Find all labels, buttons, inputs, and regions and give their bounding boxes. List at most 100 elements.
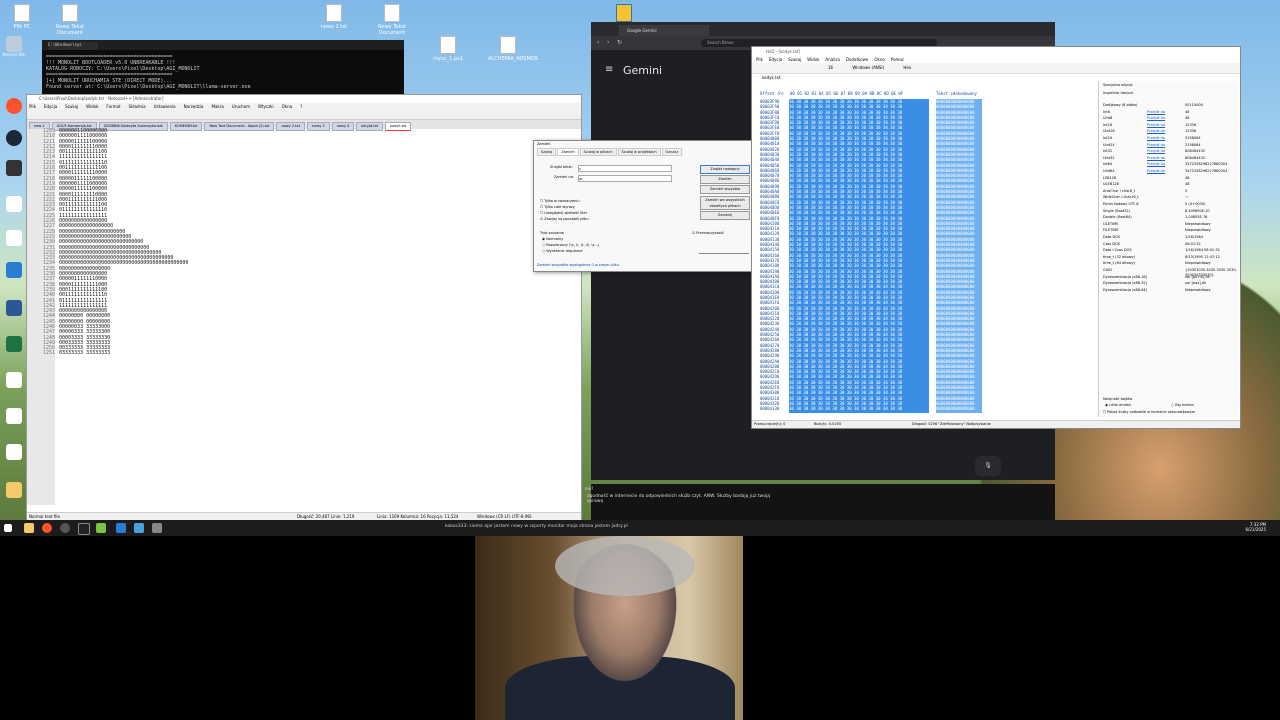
desktop-icon-doc[interactable] [2, 408, 26, 424]
hex-row[interactable]: 30 30 30 30 30 30 30 30 30 30 30 30 30 3… [789, 406, 929, 411]
inspector-row[interactable]: Dyrassemblacja (x86-16) xor [bx+si],dh [1103, 275, 1237, 280]
option-checkbox[interactable]: ☐ Uwzględnij wielkość liter [540, 211, 587, 215]
replace-input[interactable] [578, 175, 672, 182]
file-explorer-icon[interactable] [24, 523, 34, 533]
goto-link[interactable]: Przejdź do [1147, 116, 1165, 121]
obs-icon[interactable] [60, 523, 70, 533]
inspector-value[interactable]: 06:01:32 [1185, 242, 1201, 247]
mode-radio[interactable]: ○ Rozszerzony (\n, \r, \t, \0, \x...) [542, 243, 599, 247]
inspector-value[interactable]: 1/16/1984 [1185, 235, 1203, 240]
inspector-row[interactable]: UInt8 Przejdź do 48 [1103, 116, 1237, 121]
desktop-icon-doc[interactable] [2, 230, 26, 246]
terminal-icon[interactable] [78, 523, 90, 535]
decoded-row[interactable]: 0000000000000000 [936, 406, 982, 411]
replace-button[interactable]: Zamień [700, 175, 750, 184]
menu-icon[interactable]: ≡ [605, 64, 613, 75]
inspector-row[interactable]: UInt32 Przejdź do 808464432 [1103, 156, 1237, 161]
goto-link[interactable]: Przejdź do [1147, 143, 1165, 148]
dialog-tab[interactable]: Szukaj w projektach [617, 148, 661, 156]
little-endian-radio[interactable]: ◉ Little endian [1105, 403, 1131, 407]
dialog-tab[interactable]: Szukaj w plikach [579, 148, 617, 156]
replace-dialog[interactable]: Zamień × SzukajZamieńSzukaj w plikachSzu… [533, 140, 763, 272]
menu-item[interactable]: Edycja [44, 104, 57, 109]
menu-item[interactable]: Pomoc [891, 57, 904, 62]
inspector-row[interactable]: ULEB128 48 [1103, 182, 1237, 187]
menu-item[interactable]: Uruchom [232, 104, 250, 109]
terminal-titlebar[interactable]: C:\Windows\sys [42, 40, 404, 50]
replace-all-open-files-button[interactable]: Zamień we wszystkich otwartych plikach [700, 196, 750, 210]
big-endian-radio[interactable]: ○ Big endian [1171, 403, 1194, 407]
transparency-slider[interactable] [699, 253, 749, 254]
inspector-row[interactable]: GUID {30303030-3030-3030-3030-30303030303… [1103, 268, 1237, 277]
menu-item[interactable]: Format [106, 104, 120, 109]
mode-radio[interactable]: ○ Wyrażenie regularne [542, 249, 583, 253]
inspector-row[interactable]: WideChar / char16_t 〰 [1103, 195, 1237, 200]
inspector-row[interactable]: Dwójkowy (8 bitów) 00110000 [1103, 103, 1237, 108]
desktop-icon-doc1[interactable]: Nowy Tekst Document [50, 4, 90, 36]
menu-item[interactable]: Plik [756, 57, 763, 62]
inspector-row[interactable]: UInt64 Przejdź do 3472328296227680304 [1103, 169, 1237, 174]
menu-item[interactable]: Ustawienia [154, 104, 176, 109]
menu-item[interactable]: Okna [282, 104, 292, 109]
menu-item[interactable]: Szukaj [788, 57, 801, 62]
encoding-select[interactable]: Windows (ANSI) [852, 65, 884, 70]
desktop-icon-folder[interactable] [2, 482, 26, 498]
inspector-value[interactable]: 48 [1185, 182, 1189, 187]
inspector-value[interactable]: 0 [1185, 189, 1187, 194]
forward-icon[interactable]: › [607, 39, 609, 46]
inspector-row[interactable]: UInt16 Przejdź do 12336 [1103, 129, 1237, 134]
notepadpp-icon[interactable] [96, 523, 106, 533]
inspector-row[interactable]: Punkt kodowy UTF-8 0 (U+0030) [1103, 202, 1237, 207]
inspector-row[interactable]: Czas DOS 06:01:32 [1103, 242, 1237, 247]
goto-link[interactable]: Przejdź do [1147, 110, 1165, 115]
menu-item[interactable]: Widok [807, 57, 819, 62]
reload-icon[interactable]: ↻ [617, 39, 622, 46]
hex-editor-window[interactable]: HxD - [kodyk.txt] Plik Edycja Szukaj Widok A… [751, 46, 1241, 429]
inspector-row[interactable]: time_t (32 bitowy) 8/13/1995 12:47:12 [1103, 255, 1237, 260]
desktop-icon-doc[interactable] [2, 196, 26, 212]
menu-item[interactable]: Składnia [129, 104, 146, 109]
menu-item[interactable]: Makra [211, 104, 223, 109]
desktop-icon-python[interactable] [604, 4, 644, 24]
inspector-value[interactable]: 〰 [1185, 195, 1189, 200]
code-editor[interactable]: 1209 1210 1211 1212 1213 1214 1215 1216 1217 1218… [27, 128, 581, 505]
base-select[interactable]: Hex [903, 65, 911, 70]
inspector-value[interactable]: Nieprawidłowy [1185, 228, 1211, 233]
hex-integers-checkbox[interactable]: ☐ Pokaż liczby całkowite w formacie szes… [1103, 410, 1195, 414]
inspector-row[interactable]: time_t (64 bitowy) Nieprawidłowy [1103, 261, 1237, 266]
inspector-value[interactable]: 3158064 [1185, 136, 1201, 141]
inspector-row[interactable]: Dyrassemblacja (x86-64) Nieprawidłowy [1103, 288, 1237, 293]
desktop-icon-brave[interactable] [2, 98, 26, 114]
menu-item[interactable]: Analiza [825, 57, 840, 62]
replace-all-button[interactable]: Zamień wszystko [700, 185, 750, 194]
desktop-icon-excel[interactable] [2, 336, 26, 352]
inspector-row[interactable]: AnsiChar / char8_t 0 [1103, 189, 1237, 194]
inspector-row[interactable]: Double (float64) 1.04855E-76 [1103, 215, 1237, 220]
inspector-row[interactable]: Data DOS 1/16/1984 [1103, 235, 1237, 240]
inspector-value[interactable]: 1.04855E-76 [1185, 215, 1207, 220]
mic-button[interactable]: 🎙 [975, 456, 1001, 476]
menu-item[interactable]: Edycja [769, 57, 782, 62]
goto-link[interactable]: Przejdź do [1147, 169, 1165, 174]
menu-item[interactable]: Widok [86, 104, 98, 109]
inspector-value[interactable]: 6.409690E-10 [1185, 209, 1210, 214]
menu-item[interactable]: Plik [29, 104, 36, 109]
inspector-value[interactable]: xor [eax],dh [1185, 281, 1206, 286]
brave-icon[interactable] [42, 523, 52, 533]
desktop-icon-recycle-bin[interactable]: Recycle Bin [2, 36, 26, 57]
code-line[interactable]: 03333333 33333333 [59, 351, 188, 357]
desktop-icon-documents[interactable] [2, 262, 26, 278]
goto-link[interactable]: Przejdź do [1147, 129, 1165, 134]
dialog-tab-active[interactable]: Zamień [557, 148, 579, 156]
inspector-value[interactable]: 12336 [1185, 129, 1196, 134]
desktop-icon-steam[interactable] [2, 130, 26, 146]
inspector-value[interactable]: 12336 [1185, 123, 1196, 128]
inspector-value[interactable]: 00110000 [1185, 103, 1203, 108]
inspector-row[interactable]: Int16 Przejdź do 12336 [1103, 123, 1237, 128]
inspector-row[interactable]: OLETIME Nieprawidłowy [1103, 222, 1237, 227]
mode-radio[interactable]: ◉ Normalny [542, 237, 563, 241]
menu-item[interactable]: Szukaj [65, 104, 78, 109]
inspector-row[interactable]: Int64 Przejdź do 3472328296227680304 [1103, 162, 1237, 167]
inspector-value[interactable]: 808464432 [1185, 156, 1205, 161]
inspector-value[interactable]: 8/13/1995 12:47:12 [1185, 255, 1220, 260]
